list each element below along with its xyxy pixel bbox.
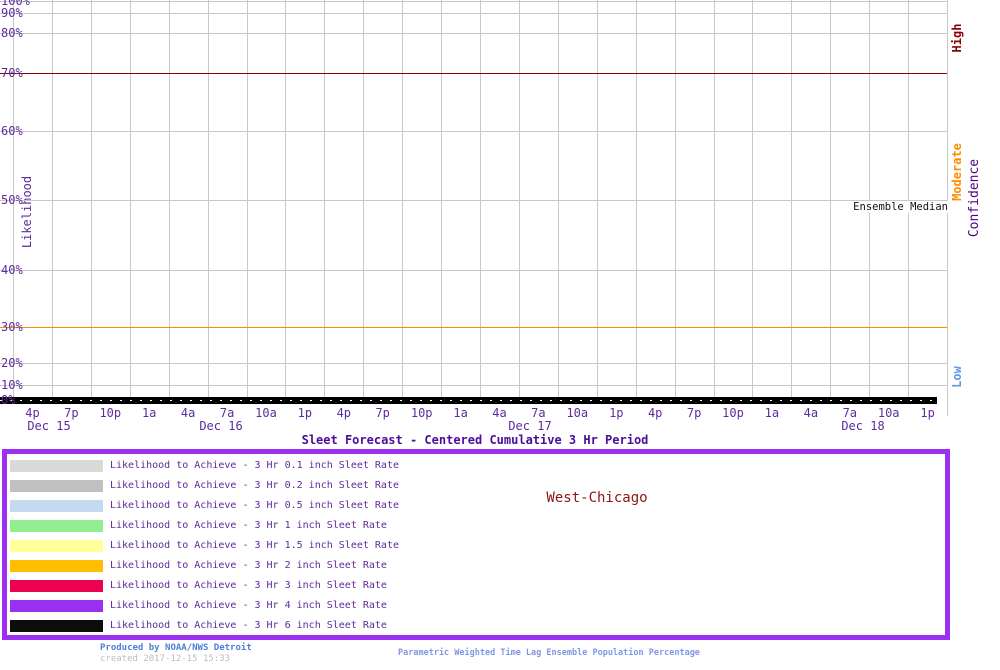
legend-box: West-Chicago Likelihood to Achieve - 3 H… [2,449,950,640]
legend-label: Likelihood to Achieve - 3 Hr 2 inch Slee… [110,560,387,571]
ensemble-median-label: Ensemble Median [853,201,948,213]
x-axis-tick-label: 4a [492,406,507,420]
x-axis-tick-label: 10p [99,406,122,420]
legend-label: Likelihood to Achieve - 3 Hr 0.5 inch Sl… [110,500,399,511]
legend-label: Likelihood to Achieve - 3 Hr 0.2 inch Sl… [110,480,399,491]
legend-label: Likelihood to Achieve - 3 Hr 0.1 inch Sl… [110,460,399,471]
footer-created-timestamp: created 2017-12-15 15:33 [100,654,231,664]
chart-title: Sleet Forecast - Centered Cumulative 3 H… [301,433,649,447]
plot-area [0,0,948,416]
x-axis-tick-label: 10a [877,406,900,420]
x-axis-tick-label: 1p [297,406,313,420]
reference-line-30pct [0,327,947,328]
x-axis-tick-label: 1a [141,406,157,420]
x-axis-date-label: Dec 15 [27,419,71,433]
legend-label: Likelihood to Achieve - 3 Hr 1.5 inch Sl… [110,540,399,551]
y-axis-tick-label: 80% [1,26,23,40]
x-axis-tick-label: 1a [764,406,780,420]
y-axis-tick-label: 10% [1,378,23,392]
legend-swatch [10,620,103,632]
x-axis-date-label: Dec 16 [199,419,243,433]
legend-swatch [10,560,103,572]
y-axis-tick-label: 30% [1,320,23,334]
x-axis-tick-label: 4a [803,406,819,420]
legend-row: Likelihood to Achieve - 3 Hr 1 inch Slee… [7,520,945,540]
legend-label: Likelihood to Achieve - 3 Hr 4 inch Slee… [110,600,387,611]
legend-swatch [10,600,103,612]
legend-label: Likelihood to Achieve - 3 Hr 6 inch Slee… [110,620,387,631]
legend-swatch [10,540,103,552]
sleet-forecast-chart: Likelihood 100% 90% 80% 70% 60% 50% 40% 30% 20% 1… [0,0,1000,670]
x-axis-tick-label: 4p [25,406,40,420]
x-axis-tick-label: 7p [64,406,79,420]
x-axis-tick-label: 7p [686,406,702,420]
confidence-band-label-moderate: Moderate [950,143,964,201]
horizontal-gridline [0,13,947,14]
x-axis-line [0,397,937,404]
x-axis-tick-label: 1a [453,406,468,420]
x-axis-tick-label: 10a [255,406,277,420]
legend-swatch [10,460,103,472]
x-axis-tick-label: 10p [722,406,744,420]
y-axis-tick-label: 0% [1,393,16,407]
y-axis-tick-label: 60% [1,124,23,138]
reference-line-70pct [0,73,947,74]
legend-row: Likelihood to Achieve - 3 Hr 0.2 inch Sl… [7,480,945,500]
x-axis-tick-label: 1p [609,406,624,420]
horizontal-gridline [0,363,947,364]
x-axis-tick-label: 1p [920,406,935,420]
footer-method-description: Parametric Weighted Time Lag Ensemble Po… [398,648,700,658]
horizontal-gridline [0,1,947,2]
x-axis-tick-label: 10a [566,406,589,420]
legend-row: Likelihood to Achieve - 3 Hr 2 inch Slee… [7,560,945,580]
x-axis-tick-label: 10p [410,406,433,420]
legend-swatch [10,480,103,492]
legend-row: Likelihood to Achieve - 3 Hr 0.5 inch Sl… [7,500,945,520]
y-axis-tick-label: 70% [1,66,23,80]
horizontal-gridline [0,385,947,386]
x-axis-tick-label: 7a [842,406,858,420]
x-axis-tick-label: 4a [180,406,196,420]
horizontal-gridline [0,33,947,34]
right-axis-title: Confidence [967,158,982,238]
legend-row: Likelihood to Achieve - 3 Hr 0.1 inch Sl… [7,460,945,480]
x-axis-date-label: Dec 17 [508,419,552,433]
legend-row: Likelihood to Achieve - 3 Hr 3 inch Slee… [7,580,945,600]
y-axis-tick-label: 90% [1,6,23,20]
x-axis-date-label: Dec 18 [841,419,885,433]
legend-swatch [10,580,103,592]
confidence-band-label-high: High [950,23,964,53]
legend-swatch [10,520,103,532]
legend-label: Likelihood to Achieve - 3 Hr 1 inch Slee… [110,520,387,531]
y-axis-tick-label: 40% [1,263,23,277]
x-axis-tick-label: 7p [375,406,390,420]
legend-swatch [10,500,103,512]
y-axis-tick-label: 20% [1,356,23,370]
legend-row: Likelihood to Achieve - 3 Hr 4 inch Slee… [7,600,945,620]
horizontal-gridline [0,270,947,271]
horizontal-gridline [0,200,947,201]
x-axis-tick-label: 7a [219,406,235,420]
legend-label: Likelihood to Achieve - 3 Hr 3 inch Slee… [110,580,387,591]
x-axis-tick-label: 4p [336,406,352,420]
horizontal-gridline [0,131,947,132]
x-axis-tick-label: 7a [531,406,546,420]
x-axis-tick-label: 4p [647,406,663,420]
y-axis-tick-label: 50% [1,193,23,207]
footer-produced-by: Produced by NOAA/NWS Detroit [100,643,252,653]
legend-row: Likelihood to Achieve - 3 Hr 6 inch Slee… [7,620,945,640]
legend-row: Likelihood to Achieve - 3 Hr 1.5 inch Sl… [7,540,945,560]
confidence-band-label-low: Low [950,366,964,388]
y-axis-title: Likelihood [20,175,34,249]
